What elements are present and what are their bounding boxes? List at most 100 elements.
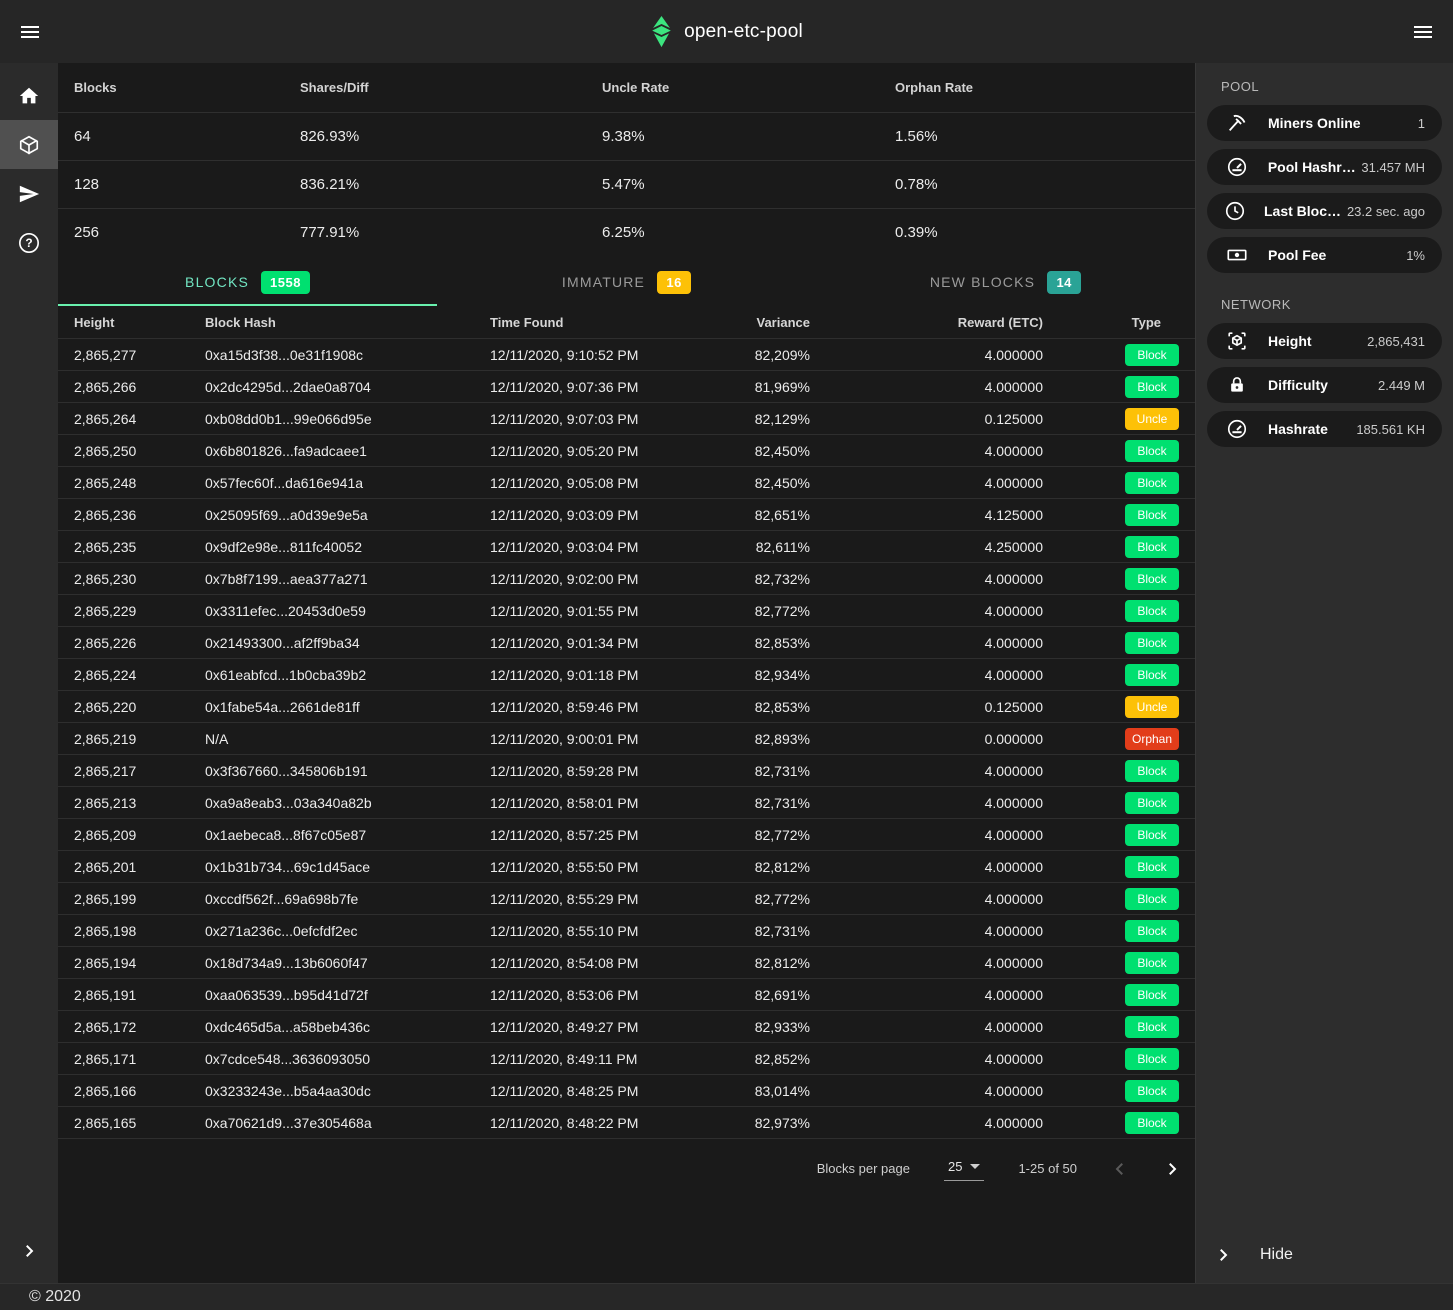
cell-time-found: 12/11/2020, 8:53:06 PM [490, 987, 734, 1003]
cell-block-hash[interactable]: 0x61eabfcd...1b0cba39b2 [205, 667, 490, 683]
type-badge: Block [1125, 536, 1179, 558]
table-row: 2,865,191 0xaa063539...b95d41d72f 12/11/… [58, 978, 1195, 1010]
cell-block-hash[interactable]: 0xb08dd0b1...99e066d95e [205, 411, 490, 427]
left-menu-button[interactable] [2, 0, 58, 63]
next-page-button[interactable] [1163, 1160, 1181, 1178]
cell-variance: 82,611% [734, 539, 810, 555]
app-title: open-etc-pool [684, 21, 803, 43]
luck-table-header: Blocks Shares/Diff Uncle Rate Orphan Rat… [58, 63, 1195, 112]
chevron-right-icon [20, 1242, 38, 1260]
stat-network-hashrate: Hashrate 185.561 KH [1207, 411, 1442, 447]
type-badge: Block [1125, 632, 1179, 654]
cell-block-hash[interactable]: 0xdc465d5a...a58beb436c [205, 1019, 490, 1035]
cell-variance: 82,853% [734, 699, 810, 715]
cell-block-hash[interactable]: 0xa15d3f38...0e31f1908c [205, 347, 490, 363]
cell-time-found: 12/11/2020, 9:05:20 PM [490, 443, 734, 459]
table-row: 2,865,166 0x3233243e...b5a4aa30dc 12/11/… [58, 1074, 1195, 1106]
cell-variance: 82,450% [734, 475, 810, 491]
luck-shares: 826.93% [300, 128, 602, 145]
cell-variance: 82,973% [734, 1115, 810, 1131]
cell-block-hash[interactable]: 0x3311efec...20453d0e59 [205, 603, 490, 619]
type-badge: Block [1125, 952, 1179, 974]
table-row: 2,865,213 0xa9a8eab3...03a340a82b 12/11/… [58, 786, 1195, 818]
tab-blocks[interactable]: BLOCKS 1558 [58, 258, 437, 306]
type-badge: Block [1125, 568, 1179, 590]
nav-payments-button[interactable] [0, 169, 58, 218]
type-badge: Block [1125, 984, 1179, 1006]
pagination-bar: Blocks per page 25 1-25 of 50 [58, 1138, 1195, 1198]
table-row: 2,865,224 0x61eabfcd...1b0cba39b2 12/11/… [58, 658, 1195, 690]
cell-block-hash[interactable]: 0x3f367660...345806b191 [205, 763, 490, 779]
cell-reward: 4.000000 [810, 859, 1043, 875]
type-badge: Orphan [1125, 728, 1179, 750]
cell-block-hash[interactable]: 0xccdf562f...69a698b7fe [205, 891, 490, 907]
tab-new-blocks[interactable]: NEW BLOCKS 14 [816, 258, 1195, 306]
nav-help-button[interactable]: ? [0, 218, 58, 267]
cell-reward: 4.000000 [810, 379, 1043, 395]
nav-blocks-button[interactable] [0, 120, 58, 169]
cell-block-hash[interactable]: 0x271a236c...0efcfdf2ec [205, 923, 490, 939]
col-header: Height [74, 315, 205, 330]
cell-block-hash[interactable]: 0x3233243e...b5a4aa30dc [205, 1083, 490, 1099]
cell-time-found: 12/11/2020, 8:55:10 PM [490, 923, 734, 939]
cell-block-hash[interactable]: 0xa9a8eab3...03a340a82b [205, 795, 490, 811]
col-header: Type [1043, 315, 1179, 330]
cell-block-hash[interactable]: 0x1b31b734...69c1d45ace [205, 859, 490, 875]
cell-time-found: 12/11/2020, 8:48:22 PM [490, 1115, 734, 1131]
table-row: 2,865,198 0x271a236c...0efcfdf2ec 12/11/… [58, 914, 1195, 946]
cell-time-found: 12/11/2020, 8:55:50 PM [490, 859, 734, 875]
cell-block-hash[interactable]: 0xaa063539...b95d41d72f [205, 987, 490, 1003]
etc-logo-icon [650, 16, 673, 48]
cell-block-hash[interactable]: 0x7b8f7199...aea377a271 [205, 571, 490, 587]
cell-height: 2,865,235 [74, 539, 205, 555]
copyright-text: © 2020 [29, 1288, 81, 1306]
svg-text:?: ? [25, 236, 32, 250]
right-menu-button[interactable] [1395, 0, 1451, 63]
luck-blocks: 128 [74, 176, 300, 193]
sidebar-hide-button[interactable]: Hide [1196, 1227, 1453, 1283]
type-badge: Block [1125, 760, 1179, 782]
cell-block-hash[interactable]: 0x1fabe54a...2661de81ff [205, 699, 490, 715]
nav-home-button[interactable] [0, 71, 58, 120]
tab-label: BLOCKS [185, 274, 249, 290]
cell-height: 2,865,198 [74, 923, 205, 939]
table-row: 2,865,171 0x7cdce548...3636093050 12/11/… [58, 1042, 1195, 1074]
tab-immature[interactable]: IMMATURE 16 [437, 258, 816, 306]
cell-time-found: 12/11/2020, 9:03:04 PM [490, 539, 734, 555]
type-badge: Block [1125, 376, 1179, 398]
cell-variance: 83,014% [734, 1083, 810, 1099]
cell-block-hash[interactable]: 0x1aebeca8...8f67c05e87 [205, 827, 490, 843]
table-row: 2,865,217 0x3f367660...345806b191 12/11/… [58, 754, 1195, 786]
cell-block-hash[interactable]: 0x18d734a9...13b6060f47 [205, 955, 490, 971]
cell-block-hash[interactable]: 0x21493300...af2ff9ba34 [205, 635, 490, 651]
stat-value: 31.457 MH [1361, 160, 1425, 175]
cell-time-found: 12/11/2020, 9:01:34 PM [490, 635, 734, 651]
cell-reward: 4.000000 [810, 827, 1043, 843]
cell-height: 2,865,224 [74, 667, 205, 683]
luck-blocks: 256 [74, 224, 300, 241]
prev-page-button[interactable] [1111, 1160, 1129, 1178]
cell-block-hash[interactable]: 0x57fec60f...da616e941a [205, 475, 490, 491]
cell-block-hash[interactable]: 0xa70621d9...37e305468a [205, 1115, 490, 1131]
cell-block-hash[interactable]: 0x25095f69...a0d39e9e5a [205, 507, 490, 523]
cell-reward: 4.000000 [810, 603, 1043, 619]
stat-network-difficulty: Difficulty 2.449 M [1207, 367, 1442, 403]
cell-block-hash[interactable]: 0x2dc4295d...2dae0a8704 [205, 379, 490, 395]
table-row: 2,865,219 N/A 12/11/2020, 9:00:01 PM 82,… [58, 722, 1195, 754]
rail-expand-button[interactable] [0, 1226, 58, 1275]
cell-block-hash[interactable]: 0x6b801826...fa9adcaee1 [205, 443, 490, 459]
cell-block-hash[interactable]: 0x9df2e98e...811fc40052 [205, 539, 490, 555]
table-row: 2,865,230 0x7b8f7199...aea377a271 12/11/… [58, 562, 1195, 594]
cell-time-found: 12/11/2020, 8:49:11 PM [490, 1051, 734, 1067]
page-size-select[interactable]: 25 [944, 1157, 984, 1181]
cell-height: 2,865,229 [74, 603, 205, 619]
type-badge: Block [1125, 600, 1179, 622]
cell-variance: 82,691% [734, 987, 810, 1003]
tab-badge: 14 [1047, 271, 1081, 294]
stat-last-block-found: Last Block Fo… 23.2 sec. ago [1207, 193, 1442, 229]
table-row: 2,865,277 0xa15d3f38...0e31f1908c 12/11/… [58, 338, 1195, 370]
cell-reward: 4.000000 [810, 763, 1043, 779]
table-row: 2,865,264 0xb08dd0b1...99e066d95e 12/11/… [58, 402, 1195, 434]
cell-block-hash[interactable]: N/A [205, 731, 490, 747]
cell-block-hash[interactable]: 0x7cdce548...3636093050 [205, 1051, 490, 1067]
